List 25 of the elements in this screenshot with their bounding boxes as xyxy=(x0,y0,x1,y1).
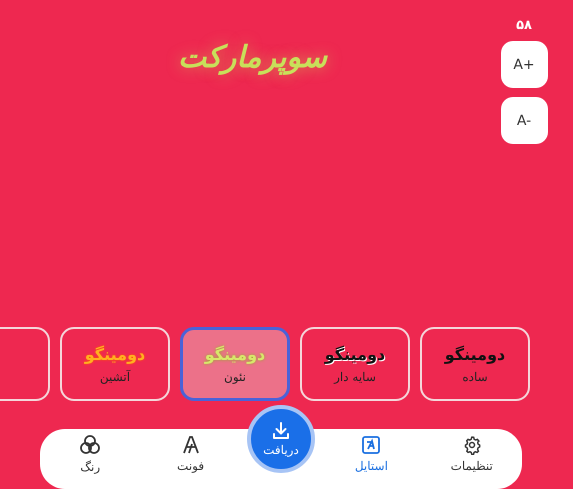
nav-tab[interactable]: استایل xyxy=(331,435,412,473)
nav-tab[interactable]: تنظیمات xyxy=(432,435,512,473)
nav-tab[interactable]: رنگ xyxy=(50,434,130,474)
preview-text: سوپرمارکت xyxy=(178,40,327,75)
font-size-button[interactable]: A+ xyxy=(500,41,548,88)
nav-tab[interactable]: فونت xyxy=(150,435,231,473)
style-sample: دومینگو xyxy=(444,344,506,364)
font-icon xyxy=(180,435,201,455)
style-sample: دومینگو xyxy=(204,344,266,364)
style-card[interactable]: دومینگو نئون xyxy=(180,327,290,401)
font-size-button[interactable]: A- xyxy=(500,97,548,144)
download-icon xyxy=(270,421,291,441)
style-card[interactable]: دومینگو سایه دار xyxy=(300,327,410,401)
style-icon xyxy=(361,435,382,455)
style-sample: دومینگو xyxy=(84,344,146,364)
style-sample: دومینگو xyxy=(324,344,386,364)
style-label: نئون xyxy=(224,370,246,384)
style-label: سایه دار xyxy=(334,370,376,384)
download-button[interactable]: دریافت xyxy=(246,405,315,473)
circles-icon xyxy=(79,434,102,456)
style-card[interactable]: دومینگو ساده xyxy=(420,327,530,401)
style-label: ساده xyxy=(462,370,488,384)
style-label: آتشین xyxy=(100,370,130,384)
font-size-value: ۵۸ xyxy=(516,18,532,33)
style-card[interactable]: دومینگو آتشین xyxy=(60,327,170,401)
